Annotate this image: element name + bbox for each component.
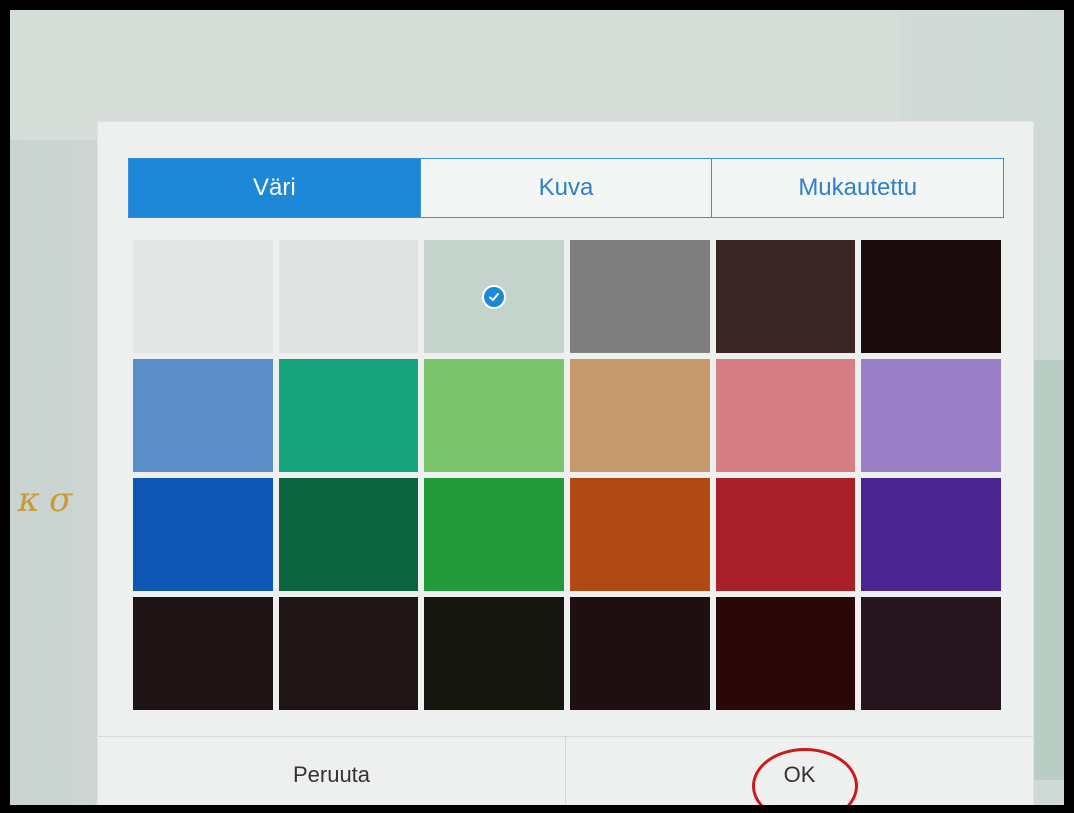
tab-image[interactable]: Kuva <box>419 159 712 217</box>
color-swatch[interactable] <box>278 597 419 710</box>
cancel-button[interactable]: Peruuta <box>98 737 565 805</box>
color-swatch[interactable] <box>424 478 564 591</box>
color-swatch[interactable] <box>278 478 419 591</box>
color-swatch[interactable] <box>861 240 1001 353</box>
tab-bar: Väri Kuva Mukautettu <box>128 158 1004 218</box>
color-swatch[interactable] <box>424 240 564 353</box>
color-swatch[interactable] <box>861 359 1001 472</box>
color-swatch[interactable] <box>570 240 710 353</box>
color-swatch[interactable] <box>715 478 856 591</box>
screen: ᴋ σ Väri Kuva Mukautettu Peruuta OK <box>10 10 1064 805</box>
color-swatch-grid <box>133 240 1001 710</box>
color-swatch[interactable] <box>133 240 273 353</box>
color-swatch[interactable] <box>133 478 273 591</box>
background-panel <box>10 10 900 140</box>
color-swatch[interactable] <box>715 240 856 353</box>
color-swatch[interactable] <box>715 597 856 710</box>
color-swatch[interactable] <box>133 359 273 472</box>
ink-annotation: ᴋ σ <box>18 480 73 520</box>
dialog-footer: Peruuta OK <box>98 736 1033 805</box>
color-swatch[interactable] <box>861 478 1001 591</box>
ok-button[interactable]: OK <box>565 737 1033 805</box>
color-swatch[interactable] <box>570 359 710 472</box>
color-swatch[interactable] <box>570 478 710 591</box>
background-color-dialog: Väri Kuva Mukautettu Peruuta OK <box>98 122 1033 805</box>
color-swatch[interactable] <box>424 359 564 472</box>
tab-color[interactable]: Väri <box>129 159 420 217</box>
ok-button-label: OK <box>783 762 816 787</box>
color-swatch[interactable] <box>278 240 419 353</box>
tab-custom[interactable]: Mukautettu <box>711 159 1003 217</box>
color-swatch[interactable] <box>133 597 273 710</box>
color-swatch[interactable] <box>424 597 564 710</box>
color-swatch[interactable] <box>715 359 856 472</box>
checkmark-icon <box>482 284 507 309</box>
color-swatch[interactable] <box>278 359 419 472</box>
color-swatch[interactable] <box>861 597 1001 710</box>
color-swatch[interactable] <box>570 597 710 710</box>
